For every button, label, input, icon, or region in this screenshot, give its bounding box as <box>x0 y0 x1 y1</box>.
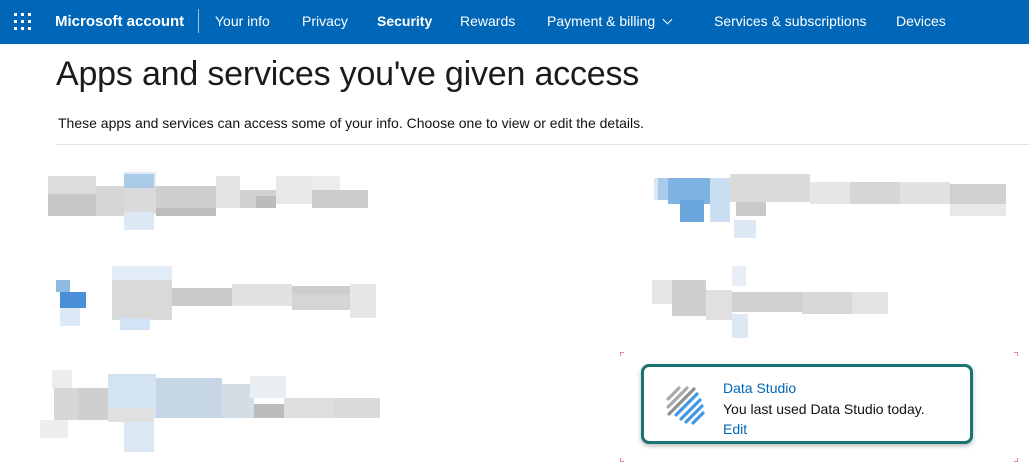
brand-link[interactable]: Microsoft account <box>55 13 184 30</box>
selection-corner <box>1014 352 1018 356</box>
page-title: Apps and services you've given access <box>56 55 640 93</box>
app-last-used-text: You last used Data Studio today. <box>723 401 925 417</box>
nav-privacy[interactable]: Privacy <box>302 13 348 29</box>
nav-payment-billing[interactable]: Payment & billing <box>547 13 673 29</box>
redacted-app-tile[interactable] <box>40 370 380 454</box>
nav-rewards[interactable]: Rewards <box>460 13 515 29</box>
redacted-app-tile[interactable] <box>650 160 1010 240</box>
selection-corner <box>1014 458 1018 462</box>
nav-your-info[interactable]: Your info <box>215 13 270 29</box>
edit-link[interactable]: Edit <box>723 421 747 437</box>
app-launcher-icon[interactable] <box>14 13 31 30</box>
page-subtitle: These apps and services can access some … <box>58 115 644 131</box>
redacted-app-tile[interactable] <box>652 266 892 340</box>
nav-divider <box>198 9 199 33</box>
nav-security[interactable]: Security <box>377 13 432 29</box>
app-card-data-studio[interactable]: Data Studio You last used Data Studio to… <box>641 364 973 444</box>
nav-payment-billing-label: Payment & billing <box>547 13 656 29</box>
redacted-app-tile[interactable] <box>56 266 376 332</box>
data-studio-icon <box>666 386 705 425</box>
top-nav-bar: Microsoft account Your info Privacy Secu… <box>0 0 1029 44</box>
chevron-down-icon <box>662 14 673 25</box>
selection-corner <box>620 458 624 462</box>
app-name-link[interactable]: Data Studio <box>723 380 796 396</box>
selection-corner <box>620 352 624 356</box>
nav-services-subscriptions[interactable]: Services & subscriptions <box>714 13 867 29</box>
nav-devices[interactable]: Devices <box>896 13 946 29</box>
divider <box>56 144 1029 145</box>
redacted-app-tile[interactable] <box>48 172 368 232</box>
